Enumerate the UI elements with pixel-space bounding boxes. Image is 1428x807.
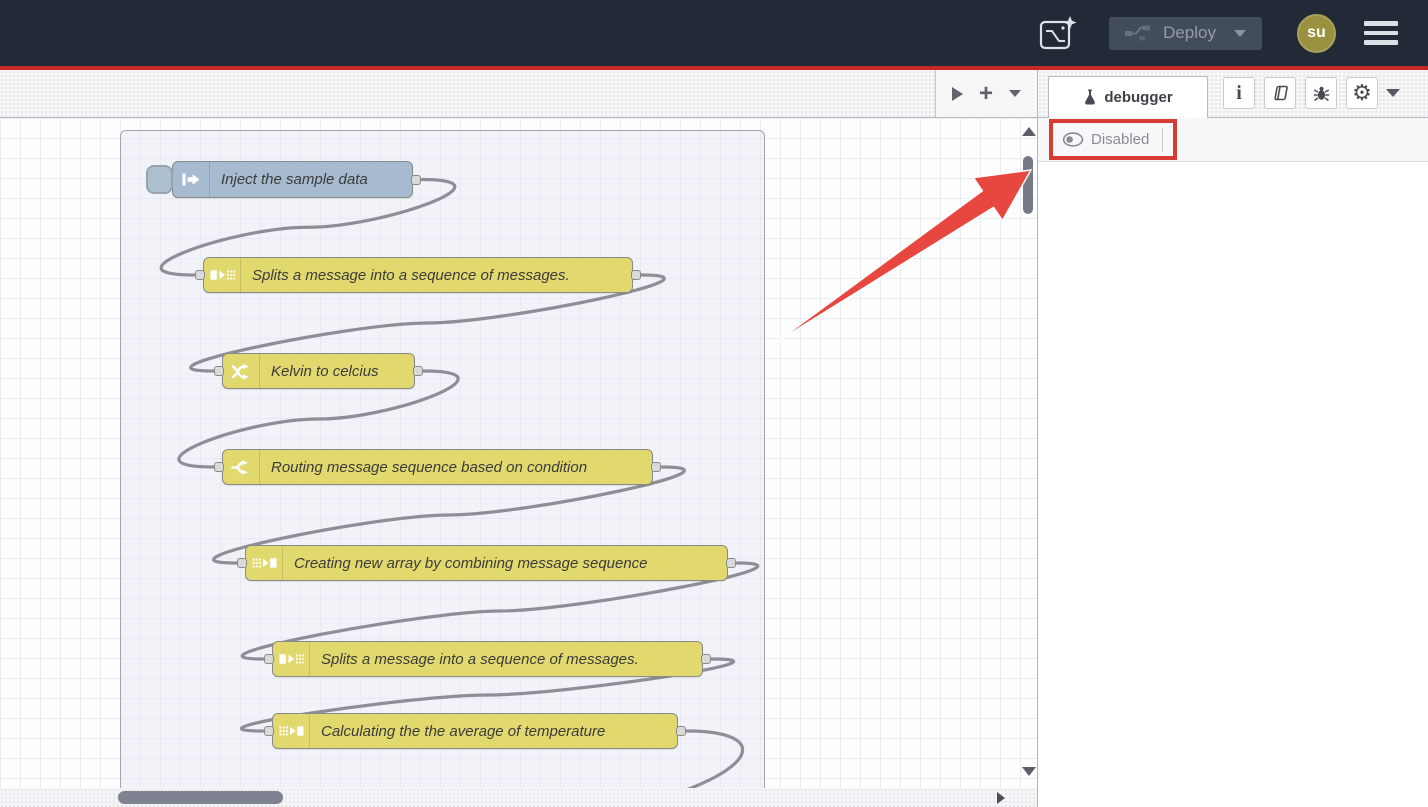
- input-port[interactable]: [214, 366, 224, 376]
- input-port[interactable]: [264, 654, 274, 664]
- sidebar-buttons: i: [1223, 77, 1378, 109]
- settings-button[interactable]: ⚙: [1346, 77, 1378, 109]
- node-label: Splits a message into a sequence of mess…: [321, 642, 639, 676]
- node-label: Routing message sequence based on condit…: [271, 450, 587, 484]
- flow-node-switch[interactable]: Routing message sequence based on condit…: [222, 449, 653, 485]
- node-label: Calculating the the average of temperatu…: [321, 714, 605, 748]
- annotation-highlight-box: Disabled: [1049, 119, 1177, 160]
- flow-node-join[interactable]: Calculating the the average of temperatu…: [272, 713, 678, 749]
- info-icon: i: [1236, 83, 1242, 103]
- debug-messages-panel: [1038, 162, 1428, 807]
- output-port[interactable]: [726, 558, 736, 568]
- flask-icon: [1083, 89, 1097, 106]
- workspace-tab-bar-buttons: +: [935, 70, 1037, 117]
- debug-button[interactable]: [1305, 77, 1337, 109]
- input-port[interactable]: [264, 726, 274, 736]
- info-button[interactable]: i: [1223, 77, 1255, 109]
- app-header: Deploy su: [0, 0, 1428, 66]
- flow-workspace[interactable]: Inject the sample data Splits a message i…: [0, 118, 1037, 788]
- debug-disabled-toggle[interactable]: Disabled: [1062, 131, 1149, 148]
- output-port[interactable]: [413, 366, 423, 376]
- input-port[interactable]: [237, 558, 247, 568]
- avatar-initials: su: [1307, 24, 1326, 42]
- horizontal-scrollbar-thumb[interactable]: [118, 791, 283, 804]
- flow-node-split[interactable]: Splits a message into a sequence of mess…: [203, 257, 633, 293]
- sidebar-tab-bar: debugger i: [1038, 70, 1428, 118]
- flow-node-join[interactable]: Creating new array by combining message …: [245, 545, 728, 581]
- bug-icon: [1313, 85, 1330, 102]
- node-label: Splits a message into a sequence of mess…: [252, 258, 570, 292]
- input-port[interactable]: [195, 270, 205, 280]
- scroll-down-icon[interactable]: [1022, 767, 1036, 776]
- deploy-button[interactable]: Deploy: [1109, 17, 1262, 50]
- node-label: Inject the sample data: [221, 162, 368, 197]
- deploy-nodes-icon: [1125, 25, 1151, 41]
- scroll-right-icon[interactable]: [997, 792, 1005, 804]
- join-icon: [273, 714, 310, 748]
- output-port[interactable]: [676, 726, 686, 736]
- inject-arrow-icon: [173, 162, 210, 197]
- scroll-up-icon[interactable]: [1022, 127, 1036, 136]
- sidebar-tab-label: debugger: [1104, 89, 1172, 106]
- sidebar-panel: debugger i: [1037, 70, 1428, 807]
- output-port[interactable]: [701, 654, 711, 664]
- horizontal-scrollbar: [0, 788, 1037, 807]
- scroll-tabs-right-icon[interactable]: [952, 87, 963, 101]
- node-red-app: Deploy su + Inject the samp: [0, 0, 1428, 807]
- debug-sidebar-toolbar: Disabled: [1038, 118, 1428, 162]
- vertical-scrollbar-thumb[interactable]: [1023, 156, 1033, 214]
- ai-flow-icon[interactable]: [1037, 13, 1081, 53]
- annotation-red-arrow: [775, 170, 1031, 343]
- output-port[interactable]: [651, 462, 661, 472]
- user-avatar[interactable]: su: [1297, 14, 1336, 53]
- output-port[interactable]: [411, 175, 421, 185]
- output-port[interactable]: [631, 270, 641, 280]
- vertical-scrollbar: [1020, 118, 1037, 788]
- chevron-down-icon[interactable]: [1386, 89, 1400, 97]
- toggle-off-icon: [1062, 132, 1084, 147]
- docs-button[interactable]: [1264, 77, 1296, 109]
- deploy-options-caret-icon[interactable]: [1234, 30, 1246, 37]
- disabled-label: Disabled: [1091, 131, 1149, 148]
- node-label: Kelvin to celcius: [271, 354, 379, 388]
- add-flow-button[interactable]: +: [979, 82, 993, 106]
- flow-node-change[interactable]: Kelvin to celcius: [222, 353, 415, 389]
- switch-fork-icon: [223, 450, 260, 484]
- tab-list-chevron-icon[interactable]: [1009, 90, 1021, 97]
- sidebar-tab-debugger[interactable]: debugger: [1048, 76, 1208, 118]
- toolbar-separator: [1162, 128, 1163, 152]
- split-icon: [273, 642, 310, 676]
- flow-canvas-panel: + Inject the sample data Splits a message…: [0, 70, 1037, 807]
- book-icon: [1272, 85, 1289, 101]
- split-icon: [204, 258, 241, 292]
- node-label: Creating new array by combining message …: [294, 546, 648, 580]
- input-port[interactable]: [214, 462, 224, 472]
- change-shuffle-icon: [223, 354, 260, 388]
- deploy-label: Deploy: [1163, 23, 1216, 43]
- inject-trigger-button[interactable]: [146, 165, 173, 194]
- hamburger-menu-icon[interactable]: [1364, 21, 1398, 45]
- gear-icon: ⚙: [1352, 82, 1372, 104]
- join-icon: [246, 546, 283, 580]
- flow-node-split[interactable]: Splits a message into a sequence of mess…: [272, 641, 703, 677]
- flow-node-inject[interactable]: Inject the sample data: [172, 161, 413, 198]
- workspace-tab-bar: +: [0, 70, 1037, 118]
